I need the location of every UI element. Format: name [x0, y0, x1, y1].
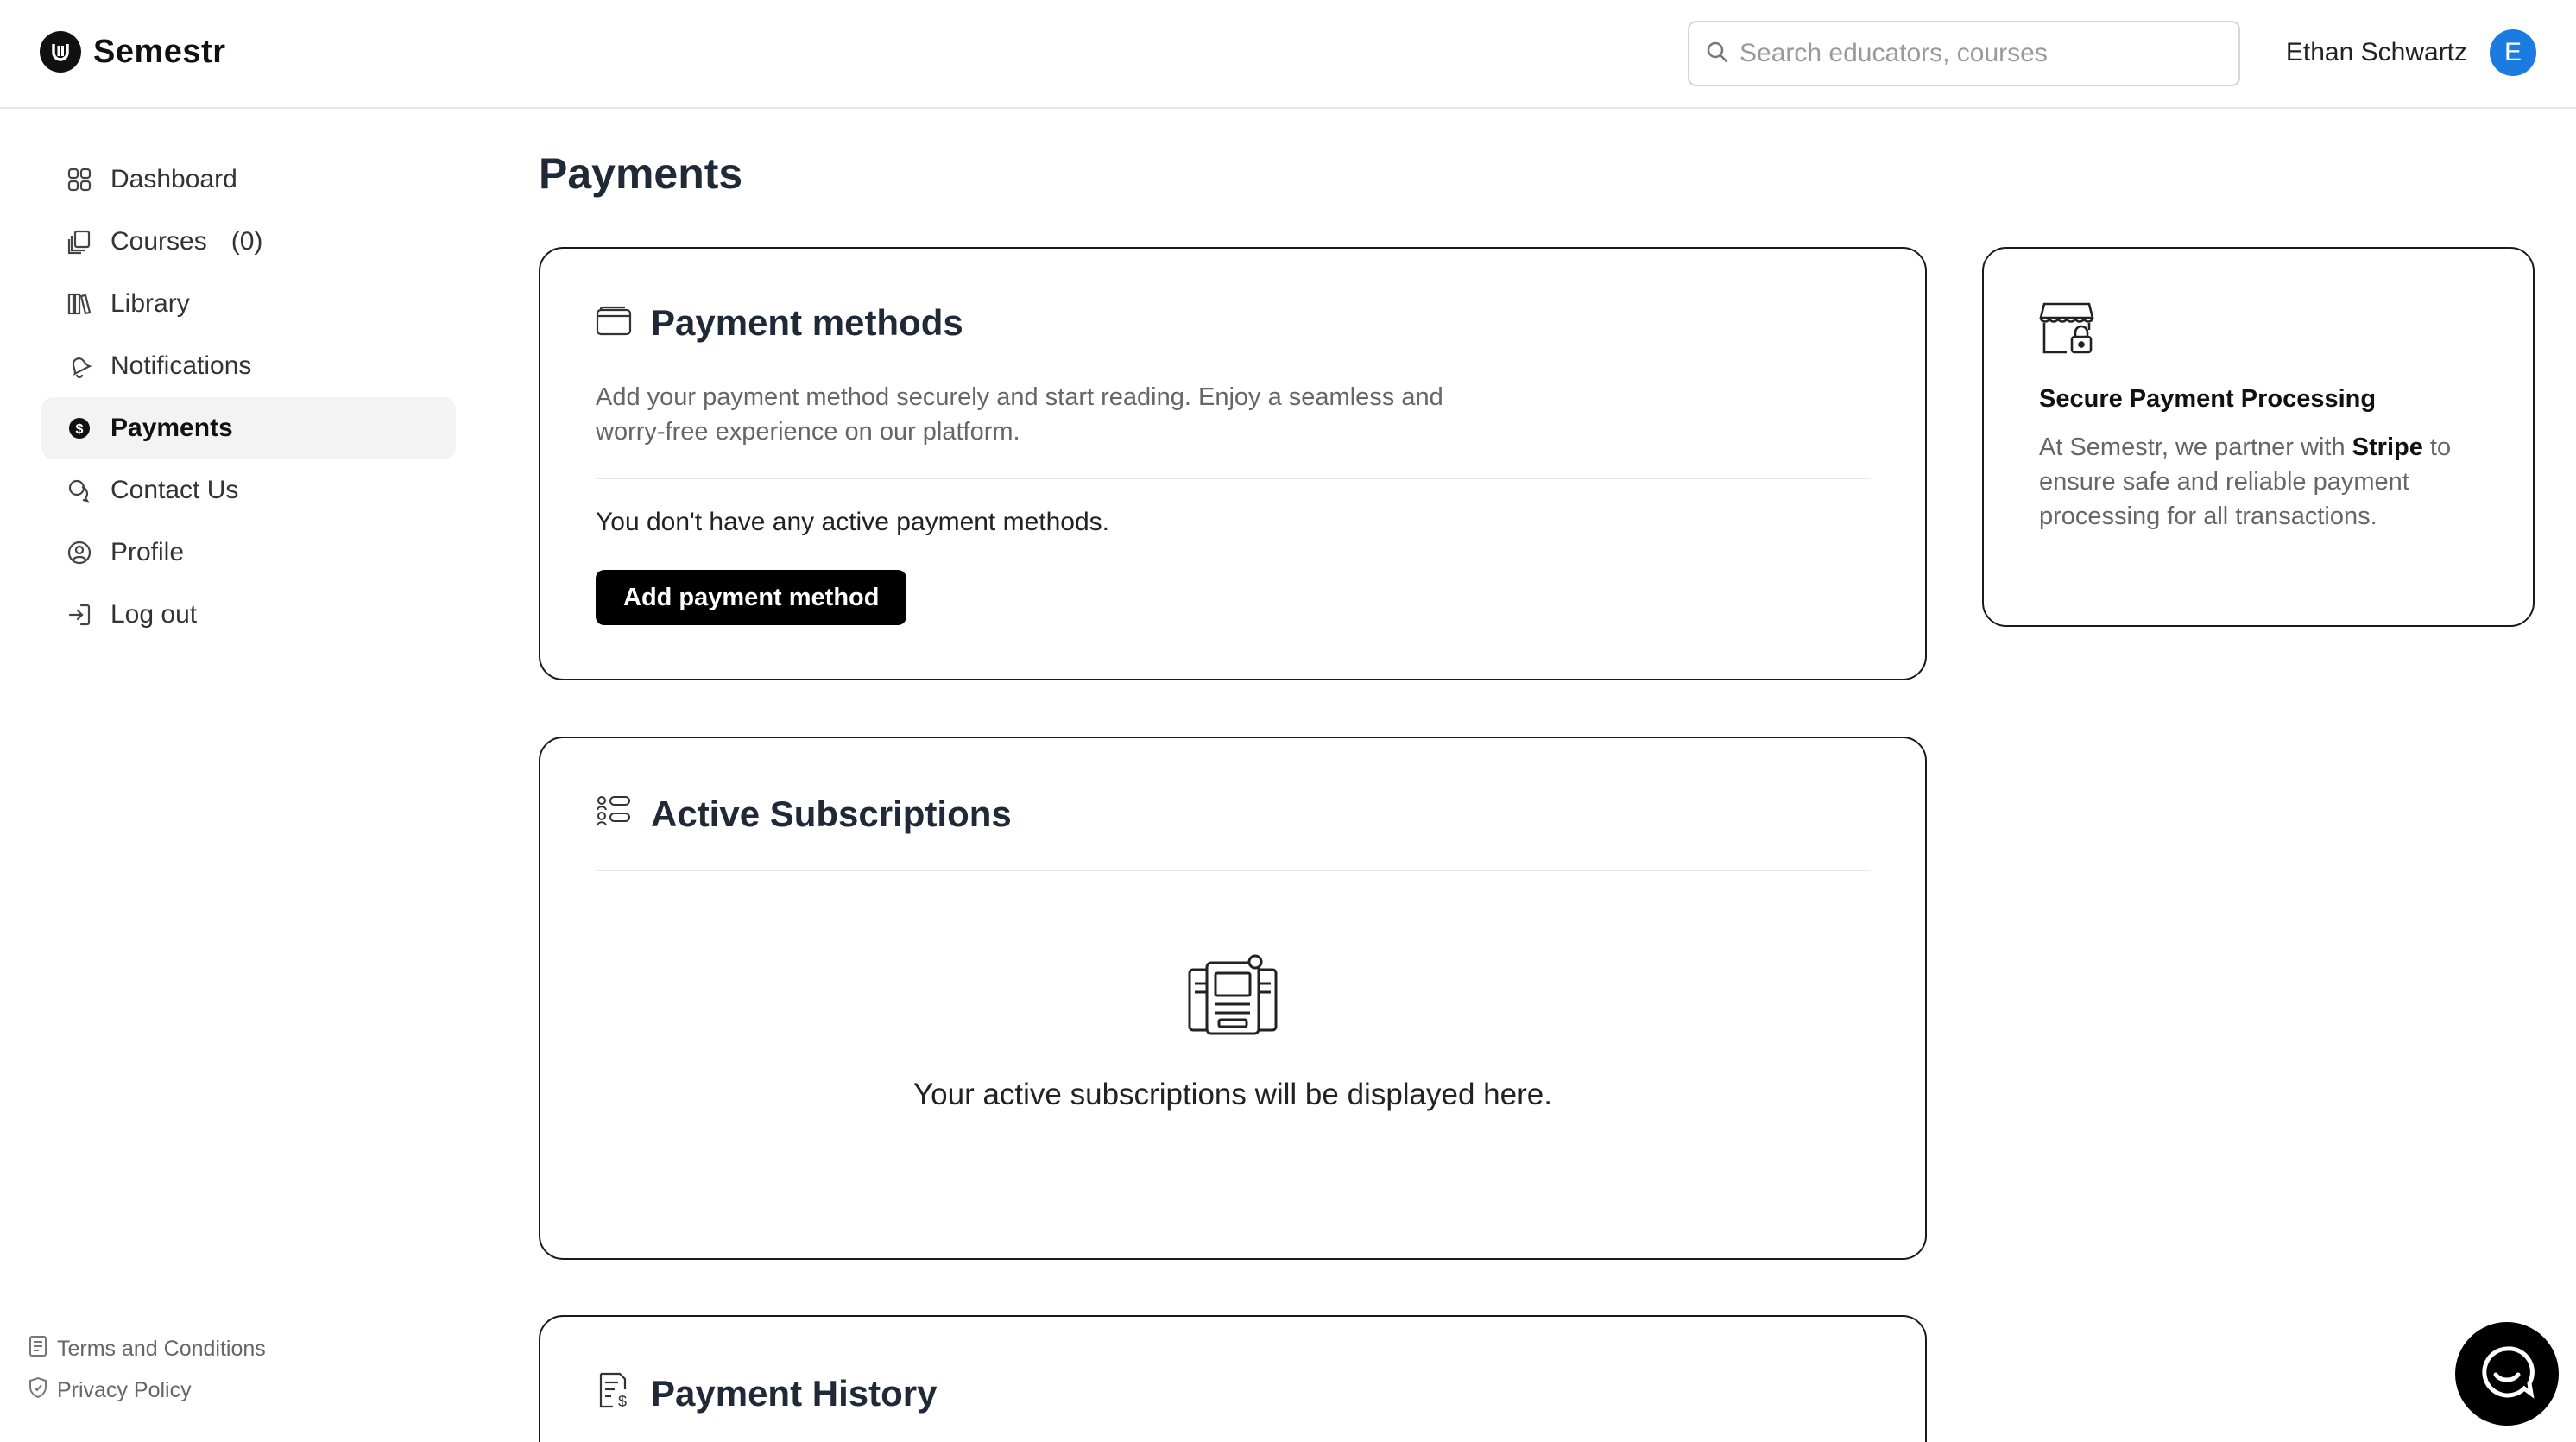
sidebar-item-label: Library [110, 289, 190, 318]
privacy-label: Privacy Policy [57, 1377, 192, 1402]
active-subscriptions-title: Active Subscriptions [651, 794, 1012, 834]
courses-count: (0) [230, 227, 263, 256]
secure-payment-card: Secure Payment Processing At Semestr, we… [1982, 247, 2535, 627]
secure-payment-body: At Semestr, we partner with Stripe to en… [2039, 430, 2488, 534]
sidebar-item-label: Courses [110, 227, 207, 256]
svg-text:$: $ [76, 422, 84, 437]
sidebar-item-label: Contact Us [110, 476, 239, 504]
payment-history-header: $ Payment History [596, 1372, 937, 1414]
search-box[interactable] [1688, 21, 2240, 86]
svg-text:$: $ [618, 1393, 627, 1410]
document-icon [28, 1335, 48, 1363]
page-title: Payments [539, 149, 743, 198]
store-lock-icon [2039, 300, 2094, 360]
terms-link[interactable]: Terms and Conditions [28, 1328, 266, 1369]
bell-icon [66, 352, 93, 380]
shield-check-icon [28, 1376, 48, 1405]
payment-history-card: $ Payment History [539, 1315, 1927, 1442]
sidebar-item-courses[interactable]: Courses (0) [41, 211, 456, 273]
brand-name: Semestr [93, 33, 226, 70]
sidebar-item-notifications[interactable]: Notifications [41, 335, 456, 397]
top-header: Semestr Ethan Schwartz E [0, 0, 2576, 109]
semestr-logo-icon [40, 31, 81, 73]
sidebar-nav: Dashboard Courses (0) Library Notificati… [41, 149, 456, 646]
grid-icon [66, 166, 93, 193]
chat-bubble-icon [2477, 1342, 2537, 1407]
sidebar-item-payments[interactable]: $ Payments [41, 397, 456, 459]
sidebar-item-dashboard[interactable]: Dashboard [41, 149, 456, 211]
sidebar-item-library[interactable]: Library [41, 273, 456, 335]
subscriptions-icon [596, 794, 632, 835]
brand-logo[interactable]: Semestr [40, 31, 225, 73]
receipt-icon: $ [596, 1372, 632, 1414]
user-menu[interactable]: Ethan Schwartz E [2286, 29, 2536, 76]
active-subscriptions-card: Active Subscriptions Your active subscri… [539, 737, 1927, 1260]
sidebar-item-label: Dashboard [110, 165, 237, 193]
search-icon [1705, 40, 1729, 68]
wallet-icon [596, 306, 632, 341]
payment-history-title: Payment History [651, 1372, 938, 1414]
sidebar-item-label: Log out [110, 600, 198, 629]
terms-label: Terms and Conditions [57, 1336, 266, 1361]
payment-methods-title: Payment methods [651, 302, 963, 343]
user-circle-icon [66, 539, 93, 566]
privacy-link[interactable]: Privacy Policy [28, 1369, 266, 1411]
search-input[interactable] [1739, 39, 2223, 68]
divider [596, 478, 1870, 479]
sidebar-footer: Terms and Conditions Privacy Policy [28, 1328, 266, 1411]
payment-methods-card: Payment methods Add your payment method … [539, 247, 1927, 680]
sidebar-item-contact-us[interactable]: Contact Us [41, 459, 456, 522]
sidebar-item-profile[interactable]: Profile [41, 522, 456, 584]
stripe-name: Stripe [2352, 433, 2423, 461]
subscriptions-empty-text: Your active subscriptions will be displa… [913, 1078, 1552, 1111]
dollar-icon: $ [66, 414, 93, 442]
no-payment-methods-text: You don't have any active payment method… [596, 508, 1110, 536]
divider [596, 870, 1870, 871]
library-icon [66, 290, 93, 318]
active-subscriptions-header: Active Subscriptions [596, 794, 1012, 835]
user-name: Ethan Schwartz [2285, 38, 2467, 66]
empty-subscriptions-illustration-icon [1186, 954, 1279, 1043]
sidebar-item-log-out[interactable]: Log out [41, 584, 456, 646]
courses-icon [66, 228, 93, 256]
subscriptions-empty-state: Your active subscriptions will be displa… [540, 954, 1925, 1112]
sidebar-item-label: Profile [110, 538, 185, 566]
secure-payment-title: Secure Payment Processing [2039, 385, 2377, 413]
sidebar-item-label: Payments [110, 414, 233, 442]
chat-icon [66, 477, 93, 504]
support-chat-button[interactable] [2455, 1322, 2559, 1426]
secure-body-prefix: At Semestr, we partner with [2039, 433, 2352, 461]
logout-icon [66, 601, 93, 629]
avatar[interactable]: E [2490, 29, 2536, 76]
payment-methods-description: Add your payment method securely and sta… [596, 383, 1443, 446]
payment-methods-header: Payment methods [596, 302, 963, 344]
add-payment-method-button[interactable]: Add payment method [596, 570, 907, 625]
sidebar-item-label: Notifications [110, 351, 252, 380]
